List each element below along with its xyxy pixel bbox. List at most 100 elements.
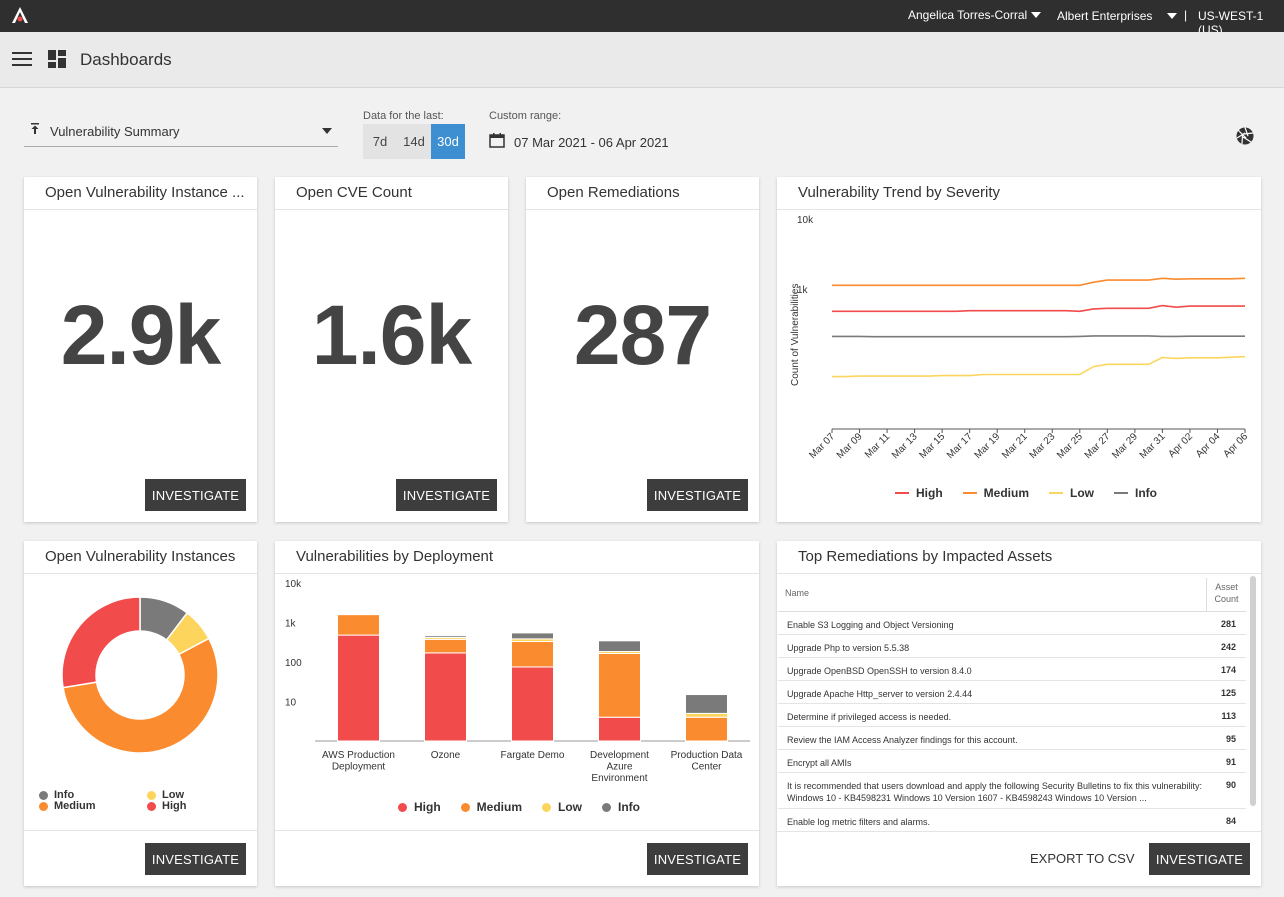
bar-segment-medium[interactable] bbox=[424, 638, 467, 654]
series-line-info[interactable] bbox=[832, 335, 1245, 338]
user-menu[interactable]: Angelica Torres-Corral bbox=[908, 8, 1027, 22]
bar-segment-high[interactable] bbox=[337, 634, 380, 742]
trend-card: Vulnerability Trend by Severity 10k 1k Cou… bbox=[777, 177, 1261, 522]
column-header-asset-count[interactable]: Asset Count bbox=[1206, 578, 1246, 612]
bar-segment-medium[interactable] bbox=[511, 641, 554, 668]
dashboard-icon bbox=[48, 50, 66, 68]
bar-segment-medium[interactable] bbox=[337, 614, 380, 636]
table-scrollbar[interactable] bbox=[1250, 576, 1256, 806]
x-tick-label: Mar 13 bbox=[890, 431, 920, 461]
separator: | bbox=[1184, 8, 1188, 22]
x-tick-label: Development bbox=[590, 750, 649, 761]
org-selector[interactable]: Albert Enterprises bbox=[1057, 9, 1152, 23]
series-line-high[interactable] bbox=[832, 304, 1245, 313]
column-header-name[interactable]: Name bbox=[785, 588, 809, 598]
remediation-name: Review the IAM Access Analyzer findings … bbox=[787, 735, 1018, 745]
investigate-button[interactable]: INVESTIGATE bbox=[145, 479, 246, 511]
card-title: Vulnerabilities by Deployment bbox=[275, 541, 759, 574]
bar-segment-high[interactable] bbox=[424, 652, 467, 742]
legend-item-low[interactable]: Low bbox=[1049, 486, 1094, 500]
donut-card: Open Vulnerability Instances Info Low Me… bbox=[24, 541, 257, 886]
x-tick-label: Mar 07 bbox=[807, 431, 837, 461]
bar-segment-high[interactable] bbox=[598, 716, 641, 742]
remediation-name: Enable S3 Logging and Object Versioning bbox=[787, 620, 954, 630]
x-tick-label: Environment bbox=[591, 773, 647, 784]
hamburger-menu-icon[interactable] bbox=[12, 52, 32, 68]
bar-segment-high[interactable] bbox=[511, 666, 554, 742]
card-title: Open Remediations bbox=[526, 177, 759, 210]
x-tick-label: Apr 04 bbox=[1194, 431, 1223, 460]
deployment-bar-chart: 10k 1k 100 10 AWS ProductionDeployment Ozone F… bbox=[285, 579, 750, 784]
x-tick-label: Mar 11 bbox=[863, 431, 893, 461]
investigate-button[interactable]: INVESTIGATE bbox=[1149, 843, 1250, 875]
export-csv-button[interactable]: EXPORT TO CSV bbox=[1030, 851, 1135, 866]
user-caret-icon[interactable] bbox=[1031, 12, 1041, 18]
asset-count: 281 bbox=[1220, 619, 1236, 629]
legend-item-info[interactable]: Info bbox=[602, 800, 640, 814]
investigate-button[interactable]: INVESTIGATE bbox=[396, 479, 497, 511]
table-header: Name Asset Count bbox=[778, 574, 1246, 612]
table-row[interactable]: It is recommended that users download an… bbox=[778, 773, 1246, 809]
range-14d-button[interactable]: 14d bbox=[397, 124, 431, 159]
legend-item-medium[interactable]: Medium bbox=[962, 486, 1029, 500]
investigate-button[interactable]: INVESTIGATE bbox=[145, 843, 246, 875]
table-row[interactable]: Encrypt all AMIs 91 bbox=[778, 750, 1246, 773]
card-title: Top Remediations by Impacted Assets bbox=[777, 541, 1261, 574]
x-tick-label: Azure bbox=[606, 762, 633, 773]
series-line-medium[interactable] bbox=[832, 277, 1246, 287]
table-row[interactable]: Upgrade Php to version 5.5.38 242 bbox=[778, 635, 1246, 658]
range-7d-button[interactable]: 7d bbox=[363, 124, 397, 159]
table-row[interactable]: Upgrade OpenBSD OpenSSH to version 8.4.0… bbox=[778, 658, 1246, 681]
severity-donut-chart bbox=[61, 596, 219, 754]
bar-segment-medium[interactable] bbox=[598, 653, 641, 718]
x-tick-label: Ozone bbox=[431, 750, 461, 761]
legend-item-high[interactable]: High bbox=[398, 800, 441, 814]
asset-count: 242 bbox=[1220, 642, 1236, 652]
legend-item-medium[interactable]: Medium bbox=[460, 800, 522, 814]
y-tick-label: 100 bbox=[285, 658, 302, 669]
card-divider bbox=[275, 830, 759, 831]
table-row[interactable]: Review the IAM Access Analyzer findings … bbox=[778, 727, 1246, 750]
range-label: Data for the last: bbox=[363, 110, 444, 122]
series-line-low[interactable] bbox=[832, 355, 1246, 378]
custom-range-label: Custom range: bbox=[489, 110, 562, 122]
deployment-legend: High Medium Low Info bbox=[398, 800, 660, 814]
table-row[interactable]: Enable S3 Logging and Object Versioning 2… bbox=[778, 612, 1246, 635]
table-row[interactable]: Determine if privileged access is needed… bbox=[778, 704, 1246, 727]
investigate-button[interactable]: INVESTIGATE bbox=[647, 479, 748, 511]
investigate-button[interactable]: INVESTIGATE bbox=[647, 843, 748, 875]
legend-item-info[interactable]: Info bbox=[1114, 486, 1157, 500]
bar-segment-medium[interactable] bbox=[685, 716, 728, 742]
donut-slice-high[interactable] bbox=[61, 596, 141, 689]
dashboard-selector[interactable]: Vulnerability Summary bbox=[24, 117, 338, 147]
bar-segment-info[interactable] bbox=[511, 632, 554, 640]
y-tick-label: 1k bbox=[285, 619, 297, 630]
card-title: Open Vulnerability Instances bbox=[24, 541, 257, 574]
x-tick-label: Deployment bbox=[332, 762, 386, 773]
table-row[interactable]: Upgrade Apache Http_server to version 2.… bbox=[778, 681, 1246, 704]
x-tick-label: Center bbox=[691, 762, 722, 773]
bar-segment-info[interactable] bbox=[685, 694, 728, 714]
metric-value: 287 bbox=[573, 288, 712, 382]
aperture-icon[interactable] bbox=[1235, 126, 1255, 151]
remediation-name: Upgrade Php to version 5.5.38 bbox=[787, 643, 910, 653]
bar-segment-low[interactable] bbox=[685, 712, 728, 718]
card-title: Open Vulnerability Instance ... bbox=[24, 177, 257, 210]
legend-item-high[interactable]: High bbox=[147, 800, 186, 812]
instance-count-card: Open Vulnerability Instance ... 2.9k INV… bbox=[24, 177, 257, 522]
asset-count: 125 bbox=[1220, 688, 1236, 698]
custom-range-value[interactable]: 07 Mar 2021 - 06 Apr 2021 bbox=[514, 135, 669, 150]
bar-segment-info[interactable] bbox=[598, 640, 641, 653]
calendar-icon[interactable] bbox=[489, 132, 505, 153]
bar-segment-info[interactable] bbox=[424, 635, 467, 638]
org-caret-icon[interactable] bbox=[1167, 13, 1177, 19]
app-logo-icon[interactable] bbox=[10, 6, 30, 27]
x-tick-label: Fargate Demo bbox=[501, 750, 565, 761]
legend-item-medium[interactable]: Medium bbox=[39, 800, 96, 812]
legend-item-high[interactable]: High bbox=[895, 486, 943, 500]
table-row[interactable]: Enable log metric filters and alarms. 84 bbox=[778, 809, 1246, 832]
metric-value: 2.9k bbox=[60, 288, 222, 382]
range-30d-button[interactable]: 30d bbox=[431, 124, 465, 159]
legend-item-low[interactable]: Low bbox=[542, 800, 582, 814]
deployment-card: Vulnerabilities by Deployment 10k 1k 100 10… bbox=[275, 541, 759, 886]
